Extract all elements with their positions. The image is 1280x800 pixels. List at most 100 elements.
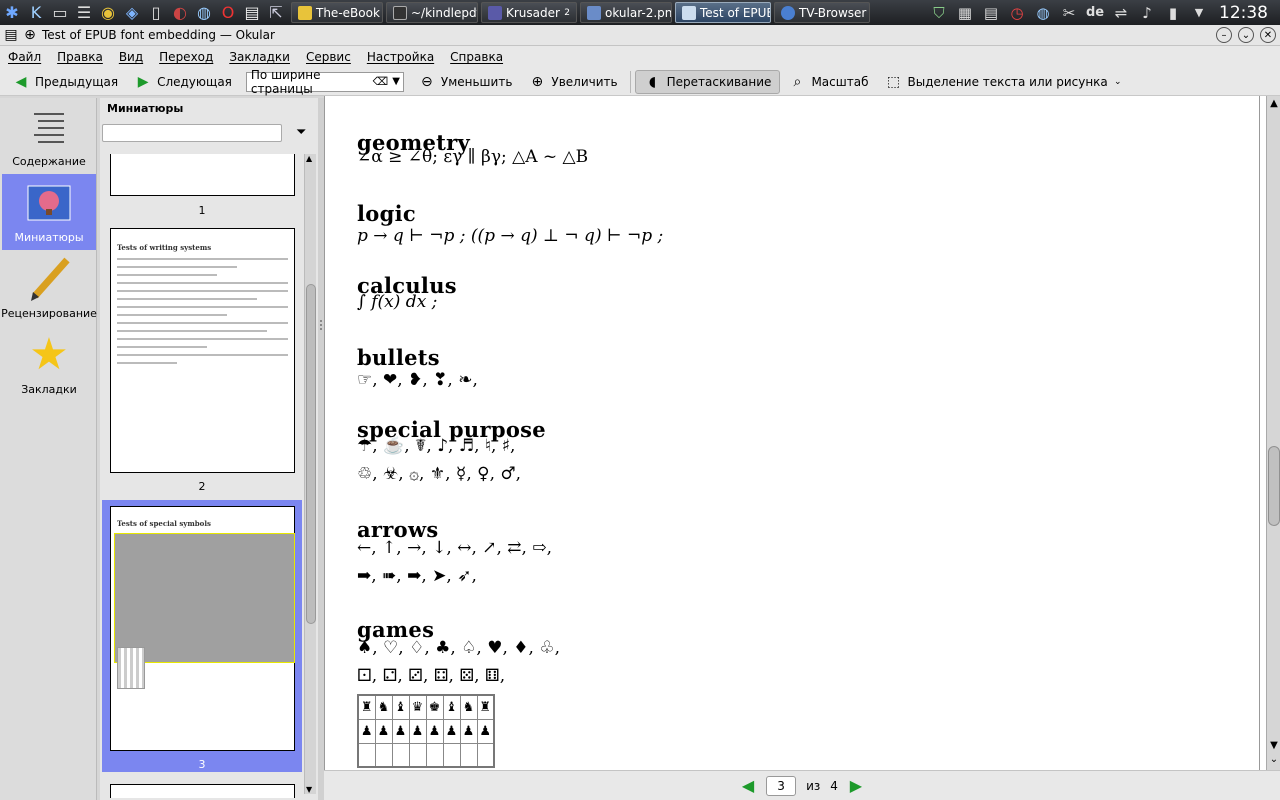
section-line: ➡, ➠, ➡, ➤, ➶, [357,566,477,586]
maximize-button[interactable]: ⌄ [1238,27,1254,43]
book-icon[interactable]: ▤ [981,3,1001,23]
document-scrollbar[interactable]: ▲ ▼ ⌄ [1266,96,1280,770]
section-line: ♠, ♡, ♢, ♣, ♤, ♥, ♦, ♧, [357,638,560,658]
window-menu-icon[interactable]: ▤ [3,27,19,43]
scroll-up-icon[interactable]: ▲ [306,154,312,163]
media-icon[interactable]: ◐ [168,1,192,25]
network-globe-icon[interactable]: ◍ [1033,3,1053,23]
thumbnail-scrollbar[interactable]: ▲ ▼ [304,154,316,794]
task-krusader[interactable]: Krusader 2 [481,2,577,23]
window-titlebar[interactable]: ▤ ⊕ Test of EPUB font embedding — Okular… [0,25,1280,46]
zoom-mode-select[interactable]: По ширине страницы ⌫ ▼ [245,68,404,96]
chessboard-cell [442,742,461,768]
usb-icon[interactable]: ⇌ [1111,3,1131,23]
thumbnail-page-2[interactable]: Tests of writing systems 2 [102,222,302,494]
menu-edit[interactable]: Правка [57,50,103,64]
menu-bookmarks[interactable]: Закладки [229,50,290,64]
opera-icon[interactable]: O [216,1,240,25]
previous-page-button[interactable]: ◀ Предыдущая [4,70,126,94]
chessboard-row: ♟ ♟ ♟ ♟ ♟ ♟ ♟ ♟ [357,718,495,744]
next-page-icon[interactable]: ▶ [848,776,864,795]
globe-icon[interactable]: ◍ [192,1,216,25]
scroll-down-icon[interactable]: ⌄ [1268,754,1280,766]
thumbnail-page-4[interactable] [102,778,302,798]
zoom-in-button[interactable]: ⊕ Увеличить [520,70,625,94]
book-icon[interactable]: ▤ [240,1,264,25]
nav-review[interactable]: Рецензирование [1,250,97,326]
thumbnail-line [117,362,177,364]
menu-lines-icon[interactable]: ☰ [72,1,96,25]
zoom-in-icon: ⊕ [531,73,544,90]
menu-help[interactable]: Справка [450,50,503,64]
chevron-down-icon[interactable]: ⌄ [1113,73,1123,91]
task-tv-browser[interactable]: TV-Browser [774,2,870,23]
thumbnail-scrollbar-thumb[interactable] [306,284,316,624]
chevron-down-icon[interactable]: ▼ [1189,3,1209,23]
menubar: Файл Правка Вид Переход Закладки Сервис … [0,46,1280,68]
cursor-app-icon[interactable]: ⇱ [264,1,288,25]
document-view[interactable]: geometry ∠α ≥ ∠θ; εγ ∥ βγ; △A ~ △B logic… [324,96,1266,770]
chevron-down-icon[interactable]: ▼ [392,76,403,87]
pin-icon[interactable]: ⊕ [22,27,38,43]
chessboard-cell: ♟ [442,718,461,744]
section-line: ←, ↑, →, ↓, ↔, ↗, ⇄, ⇨, [357,538,553,558]
magnifier-label: Масштаб [811,74,869,89]
task-okular[interactable]: Test of EPUB [675,2,771,23]
shield-icon[interactable]: ⛉ [929,3,949,23]
next-page-button[interactable]: ▶ Следующая [126,70,240,94]
minimize-button[interactable]: – [1216,27,1232,43]
file-manager-icon[interactable]: ▯ [144,1,168,25]
side-navigation: Содержание Миниатюры Рецензирование ★ За… [0,98,97,800]
page-number-input[interactable]: 3 [766,775,797,796]
krusader-icon [488,5,502,20]
magnifier-tool-button[interactable]: ⌕ Масштаб [780,70,876,94]
browse-label: Перетаскивание [666,74,772,89]
terminal-icon [393,5,407,20]
nav-bookmarks[interactable]: ★ Закладки [2,326,96,402]
okular-icon [682,5,696,20]
task-terminal[interactable]: ~/kindlepdf [386,2,478,23]
task-okular-png[interactable]: okular-2.png [580,2,672,23]
section-bullets: bullets ☞, ❤, ❥, ❣, ❧, [357,347,478,391]
previous-page-icon[interactable]: ◀ [740,776,756,795]
browse-tool-button[interactable]: ◖ Перетаскивание [634,69,781,94]
kde-logo-icon[interactable]: K [24,1,48,25]
folder-icon[interactable]: ▦ [955,3,975,23]
scroll-up-icon[interactable]: ▲ [1268,98,1280,110]
thumbnail-title: Tests of writing systems [117,243,212,252]
volume-icon[interactable]: ♪ [1137,3,1157,23]
thumbnail-line [117,314,227,316]
thumbnail-page-3[interactable]: Tests of special symbols 3 [102,500,302,772]
menu-file[interactable]: Файл [8,50,41,64]
scroll-down-icon[interactable]: ▼ [1268,740,1280,752]
document-scrollbar-thumb[interactable] [1268,446,1280,526]
clear-icon[interactable]: ⌫ [373,75,389,88]
thumbnail-page-1[interactable]: 1 [102,154,302,218]
thumbnails-panel: Миниатюры ⏷ 1 Tests of writing systems 2… [100,98,318,800]
selection-tool-button[interactable]: ⬚ Выделение текста или рисунка ⌄ [876,70,1130,94]
compass-icon[interactable]: ◈ [120,1,144,25]
chrome-icon[interactable]: ◉ [96,1,120,25]
menu-view[interactable]: Вид [119,50,143,64]
nav-contents[interactable]: Содержание [2,98,96,174]
clock[interactable]: 12:38 [1215,3,1272,23]
clock-app-icon[interactable]: ◷ [1007,3,1027,23]
task-label: Krusader [506,5,560,20]
thumbnail-search-input[interactable] [102,124,282,142]
scissors-icon[interactable]: ✂ [1059,3,1079,23]
task-the-ebook[interactable]: The-eBook [291,2,383,23]
filter-icon[interactable]: ⏷ [296,125,306,140]
nav-thumbnails[interactable]: Миниатюры [2,174,96,250]
main-toolbar: ◀ Предыдущая ▶ Следующая По ширине стран… [0,68,1280,96]
menu-settings[interactable]: Настройка [367,50,434,64]
thumbnail-viewport-highlight[interactable] [114,533,295,663]
scroll-down-icon[interactable]: ▼ [306,785,312,794]
battery-icon[interactable]: ▮ [1163,3,1183,23]
zoom-out-button[interactable]: ⊖ Уменьшить [410,70,521,94]
keyboard-layout[interactable]: de [1085,3,1105,23]
terminal-icon[interactable]: ▭ [48,1,72,25]
menu-go[interactable]: Переход [159,50,213,64]
kde-menu-icon[interactable]: ✱ [0,1,24,25]
close-button[interactable]: ✕ [1260,27,1276,43]
menu-tools[interactable]: Сервис [306,50,351,64]
